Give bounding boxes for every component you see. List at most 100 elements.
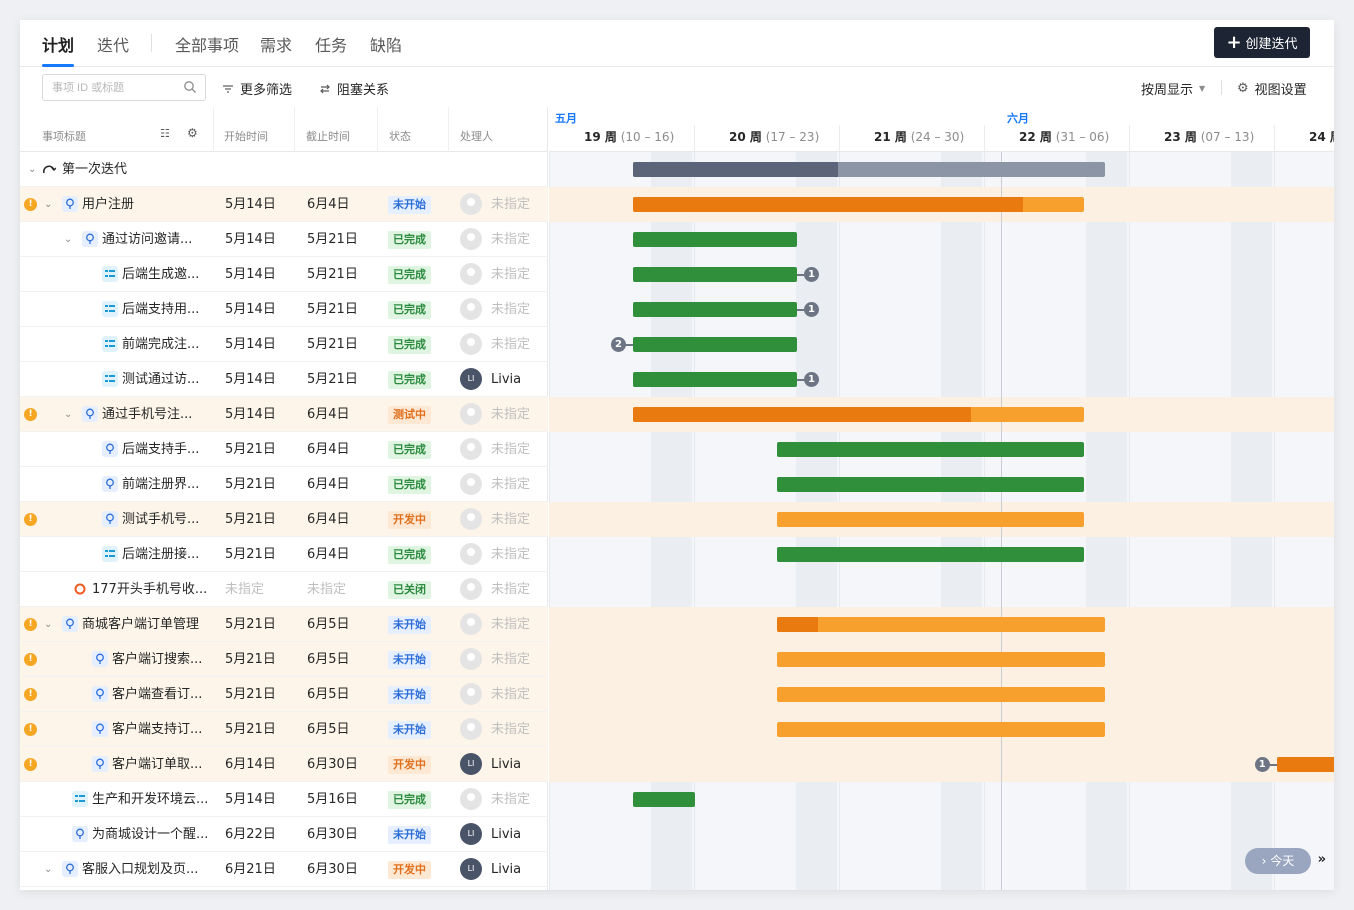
create-iteration-button[interactable]: + 创建迭代: [1214, 27, 1310, 58]
table-row[interactable]: ! ⌄ 商城客户端订单管理 5月21日 6月5日 未开始 未指定: [20, 607, 548, 642]
status-badge[interactable]: 未开始: [388, 196, 431, 214]
table-row[interactable]: 前端注册界... 5月21日 6月4日 已完成 未指定: [20, 467, 548, 502]
item-title[interactable]: 177开头手机号收...: [92, 572, 207, 607]
assignee-name[interactable]: Livia: [491, 747, 521, 782]
gantt-bar[interactable]: »: [1276, 757, 1334, 772]
item-title[interactable]: 测试通过访...: [122, 362, 199, 397]
start-date[interactable]: 6月21日: [225, 852, 276, 887]
scroll-right-icon[interactable]: »: [1318, 852, 1326, 867]
end-date[interactable]: 6月4日: [307, 502, 350, 537]
status-badge[interactable]: 开发中: [388, 861, 431, 879]
table-row[interactable]: 前端完成注... 5月14日 5月21日 已完成 未指定: [20, 327, 548, 362]
gantt-bar[interactable]: [776, 652, 1105, 667]
start-date[interactable]: 5月21日: [225, 607, 276, 642]
status-badge[interactable]: 已完成: [388, 371, 431, 389]
status-badge[interactable]: 未开始: [388, 616, 431, 634]
chevron-down-icon[interactable]: ⌄: [28, 152, 36, 187]
assignee-name[interactable]: Livia: [491, 817, 521, 852]
start-date[interactable]: 5月14日: [225, 362, 276, 397]
end-date[interactable]: 6月4日: [307, 187, 350, 222]
chevron-down-icon[interactable]: ⌄: [64, 222, 72, 257]
gantt-bar[interactable]: [633, 267, 797, 282]
item-title[interactable]: 生产和开发环境云...: [92, 782, 208, 817]
gantt-bar[interactable]: [776, 512, 1084, 527]
gantt-bar[interactable]: [633, 372, 797, 387]
gantt-bar[interactable]: [776, 722, 1105, 737]
item-title[interactable]: 前端完成注...: [122, 327, 199, 362]
assignee-name[interactable]: 未指定: [491, 572, 530, 607]
table-row[interactable]: ⌄ 通过访问邀请... 5月14日 5月21日 已完成 未指定: [20, 222, 548, 257]
today-button[interactable]: › 今天: [1245, 848, 1311, 874]
blocking-relation-button[interactable]: 阻塞关系: [319, 79, 389, 98]
assignee-name[interactable]: 未指定: [491, 782, 530, 817]
dependency-badge[interactable]: 1: [1254, 757, 1270, 772]
status-badge[interactable]: 已完成: [388, 791, 431, 809]
item-title[interactable]: 为商城设计一个醒...: [92, 817, 208, 852]
table-row[interactable]: ! 客户端订单取... 6月14日 6月30日 开发中 LI Livia: [20, 747, 548, 782]
chevron-down-icon[interactable]: ⌄: [64, 397, 72, 432]
start-date[interactable]: 5月14日: [225, 292, 276, 327]
assignee-name[interactable]: 未指定: [491, 642, 530, 677]
status-badge[interactable]: 开发中: [388, 511, 431, 529]
tab-all-items[interactable]: 全部事项: [175, 32, 239, 56]
end-date[interactable]: 6月5日: [307, 712, 350, 747]
table-row[interactable]: ! ⌄ 通过手机号注... 5月14日 6月4日 测试中 未指定: [20, 397, 548, 432]
item-title[interactable]: 用户注册: [82, 187, 134, 222]
end-date[interactable]: 5月21日: [307, 222, 358, 257]
view-settings-button[interactable]: ⚙ 视图设置: [1237, 79, 1307, 98]
assignee-name[interactable]: 未指定: [491, 712, 530, 747]
item-title[interactable]: 商城客户端订单管理: [82, 607, 199, 642]
table-row[interactable]: 后端支持手... 5月21日 6月4日 已完成 未指定: [20, 432, 548, 467]
assignee-name[interactable]: 未指定: [491, 222, 530, 257]
gantt-bar[interactable]: [633, 337, 797, 352]
table-row[interactable]: 177开头手机号收... 未指定 未指定 已关闭 未指定: [20, 572, 548, 607]
start-date[interactable]: 5月14日: [225, 782, 276, 817]
start-date[interactable]: 5月21日: [225, 712, 276, 747]
status-badge[interactable]: 测试中: [388, 406, 431, 424]
dependency-badge[interactable]: 1: [804, 302, 819, 317]
gantt-bar[interactable]: [633, 792, 695, 807]
status-badge[interactable]: 已完成: [388, 336, 431, 354]
start-date[interactable]: 5月14日: [225, 187, 276, 222]
status-badge[interactable]: 已关闭: [388, 581, 431, 599]
start-date[interactable]: 5月14日: [225, 222, 276, 257]
tab-plan[interactable]: 计划: [42, 32, 74, 56]
chevron-down-icon[interactable]: ⌄: [44, 852, 52, 887]
search-icon[interactable]: [183, 80, 197, 94]
table-row[interactable]: 后端注册接... 5月21日 6月4日 已完成 未指定: [20, 537, 548, 572]
assignee-name[interactable]: 未指定: [491, 432, 530, 467]
scroll-right-icon[interactable]: »: [1318, 887, 1326, 890]
item-title[interactable]: 后端生成邀...: [122, 257, 199, 292]
tab-iteration[interactable]: 迭代: [97, 32, 129, 56]
gantt-bar[interactable]: [633, 197, 1084, 212]
start-date[interactable]: 6月14日: [225, 747, 276, 782]
assignee-name[interactable]: 未指定: [491, 292, 530, 327]
start-date[interactable]: 5月21日: [225, 432, 276, 467]
start-date[interactable]: 5月21日: [225, 502, 276, 537]
status-badge[interactable]: 未开始: [388, 826, 431, 844]
assignee-name[interactable]: 未指定: [491, 397, 530, 432]
assignee-name[interactable]: Livia: [491, 852, 521, 887]
gantt-bar[interactable]: [776, 687, 1105, 702]
end-date[interactable]: 6月4日: [307, 397, 350, 432]
assignee-name[interactable]: 未指定: [491, 187, 530, 222]
end-date[interactable]: 5月16日: [307, 782, 358, 817]
item-title[interactable]: 通过访问邀请...: [102, 222, 192, 257]
start-date[interactable]: 6月22日: [225, 817, 276, 852]
start-date[interactable]: 5月21日: [225, 677, 276, 712]
column-settings-icon[interactable]: ⚙: [187, 126, 198, 140]
assignee-name[interactable]: 未指定: [491, 467, 530, 502]
gantt-bar[interactable]: [633, 407, 1084, 422]
end-date[interactable]: 6月4日: [307, 432, 350, 467]
item-title[interactable]: 客户端查看订...: [112, 677, 202, 712]
table-row[interactable]: ! ⌄ 用户注册 5月14日 6月4日 未开始 未指定: [20, 187, 548, 222]
end-date[interactable]: 5月21日: [307, 362, 358, 397]
gantt-bar[interactable]: [776, 442, 1084, 457]
status-badge[interactable]: 已完成: [388, 231, 431, 249]
table-row[interactable]: 后端生成邀... 5月14日 5月21日 已完成 未指定: [20, 257, 548, 292]
gantt-bar[interactable]: [776, 477, 1084, 492]
end-date[interactable]: 6月30日: [307, 852, 358, 887]
assignee-name[interactable]: 未指定: [491, 257, 530, 292]
item-title[interactable]: 客户端订搜索...: [112, 642, 202, 677]
table-row[interactable]: 为商城设计一个醒... 6月22日 6月30日 未开始 LI Livia: [20, 817, 548, 852]
